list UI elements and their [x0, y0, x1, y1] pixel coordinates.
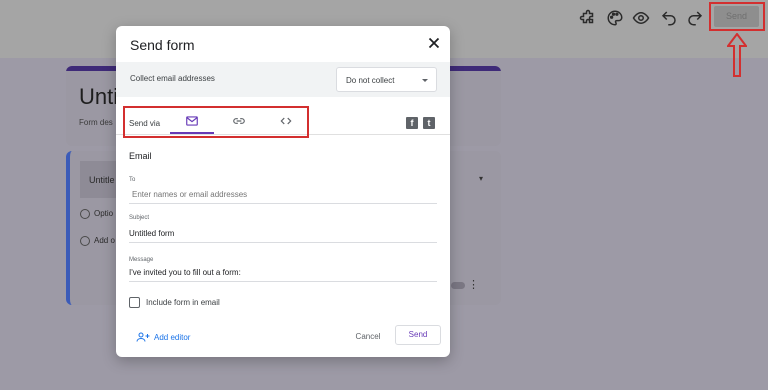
redo-icon[interactable]: [686, 9, 704, 27]
message-label: Message: [129, 257, 154, 263]
message-input[interactable]: I've invited you to fill out a form:: [129, 266, 437, 282]
person-add-icon: [136, 332, 150, 342]
required-toggle[interactable]: [451, 282, 465, 289]
eye-icon[interactable]: [632, 9, 650, 27]
puzzle-icon[interactable]: [579, 9, 597, 27]
subject-label: Subject: [129, 215, 150, 221]
add-editor-button[interactable]: Add editor: [136, 331, 190, 343]
twitter-icon[interactable]: t: [423, 117, 435, 129]
collect-email-label: Collect email addresses: [130, 74, 215, 83]
include-form-row[interactable]: Include form in email: [129, 296, 220, 308]
collect-email-select[interactable]: Do not collect: [336, 67, 437, 92]
add-option[interactable]: Add o: [80, 236, 115, 246]
include-form-checkbox[interactable]: [129, 296, 140, 308]
cancel-button[interactable]: Cancel: [346, 328, 390, 346]
include-form-label: Include form in email: [146, 297, 220, 307]
email-section-title: Email: [129, 151, 152, 161]
more-vert-icon[interactable]: ⋮: [468, 278, 479, 291]
to-input[interactable]: [129, 188, 437, 204]
palette-icon[interactable]: [606, 9, 624, 27]
chevron-down-icon[interactable]: ▾: [479, 174, 483, 183]
form-description[interactable]: Form des: [79, 118, 113, 127]
dialog-title: Send form: [130, 37, 195, 53]
send-via-highlight-box: [123, 106, 309, 138]
subject-input[interactable]: Untitled form: [129, 227, 437, 243]
dialog-send-button[interactable]: Send: [395, 325, 441, 345]
send-highlight-box: [709, 2, 765, 31]
add-editor-label: Add editor: [154, 332, 191, 342]
undo-icon[interactable]: [660, 9, 678, 27]
close-icon[interactable]: [426, 35, 442, 51]
chevron-down-icon: [422, 79, 428, 82]
up-arrow-annotation: [727, 33, 747, 77]
option-item[interactable]: Optio: [80, 209, 113, 219]
to-label: To: [129, 177, 136, 183]
collect-email-row: Collect email addresses Do not collect: [116, 62, 450, 97]
send-form-dialog: Send form Collect email addresses Do not…: [116, 26, 450, 357]
facebook-icon[interactable]: f: [406, 117, 418, 129]
